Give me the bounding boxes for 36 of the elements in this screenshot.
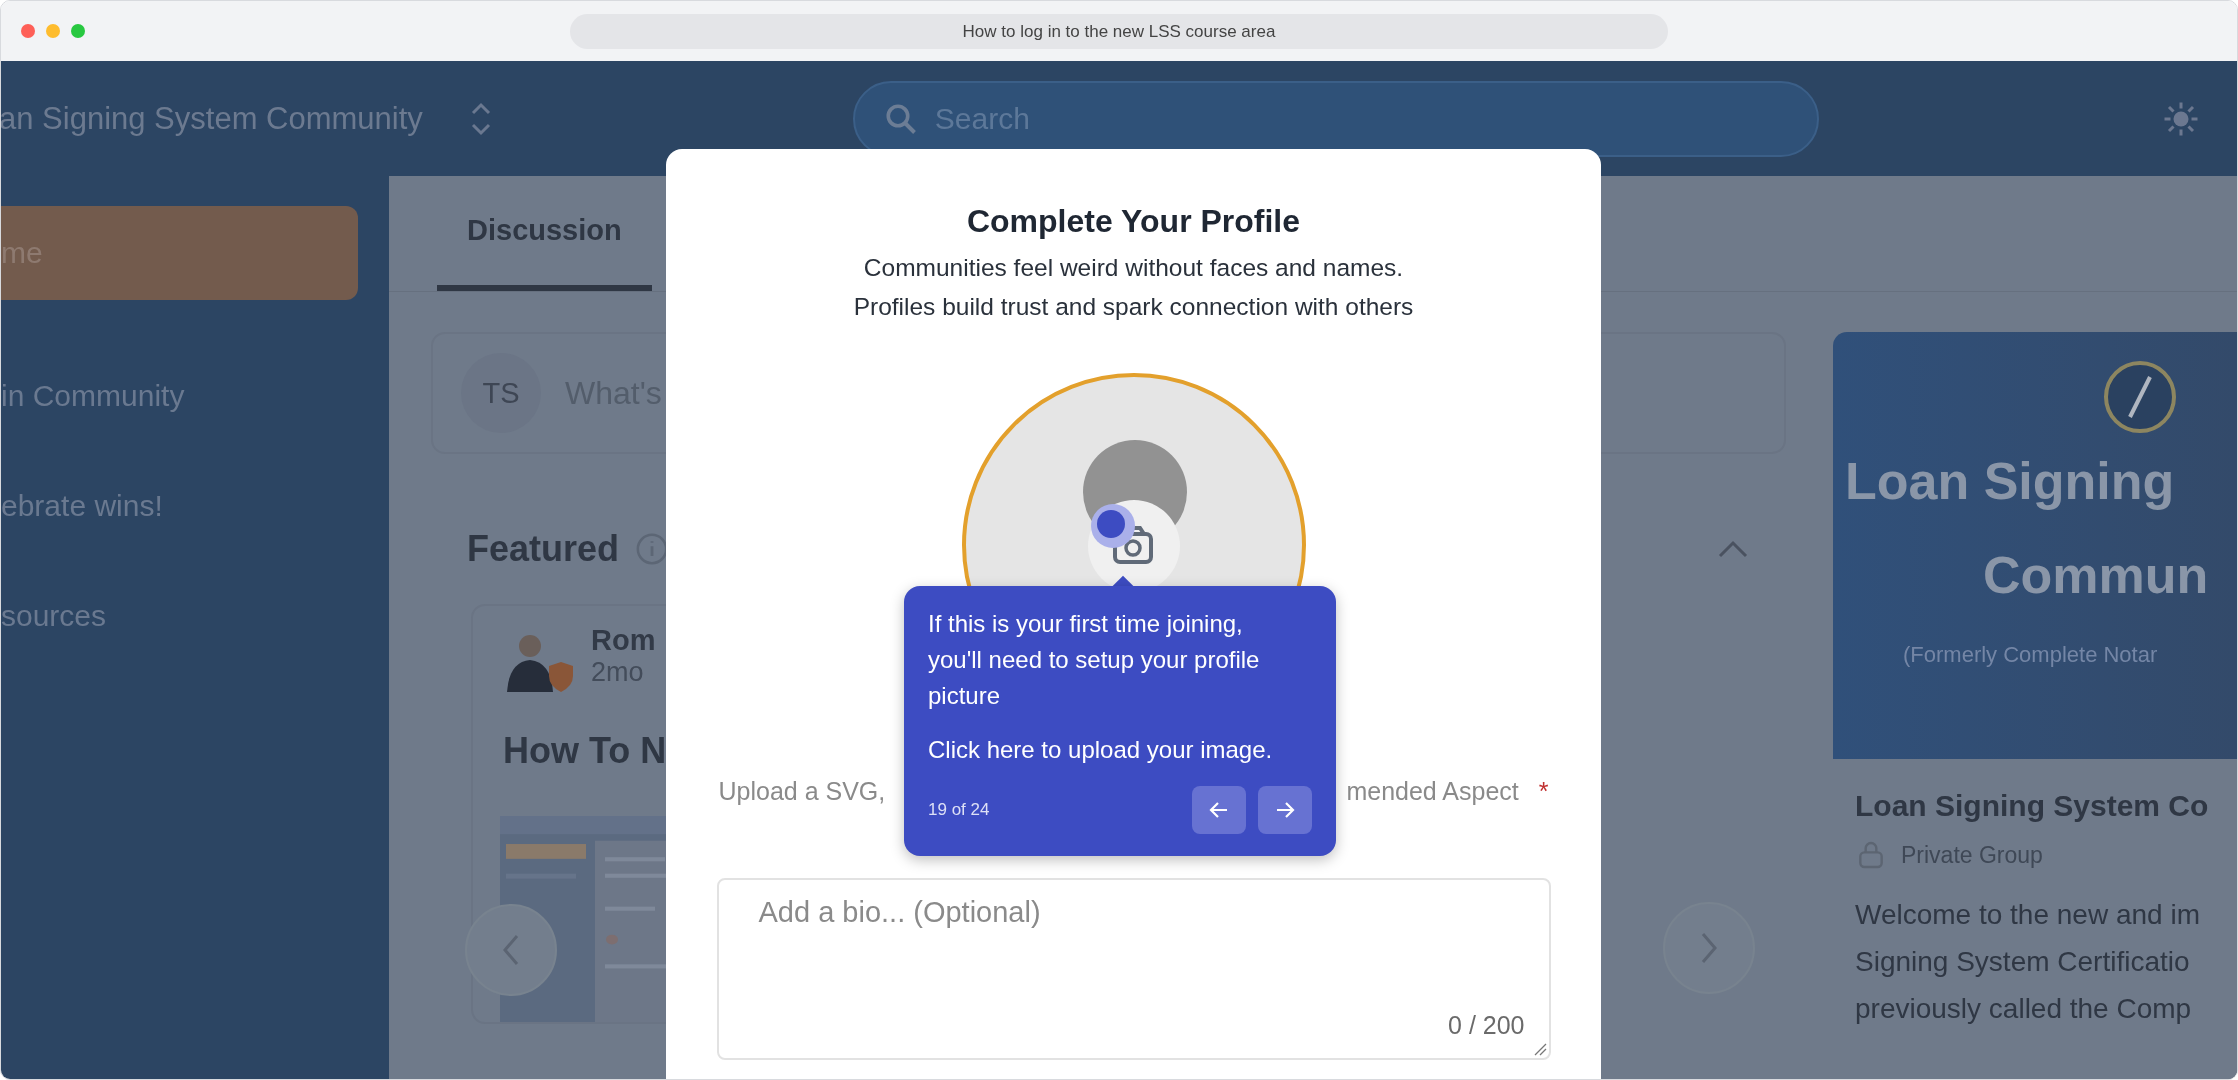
minimize-window-button[interactable]: [46, 24, 60, 38]
zoom-window-button[interactable]: [71, 24, 85, 38]
post-title: How To N: [503, 730, 667, 772]
dialog-subtitle: Profiles build trust and spark connection with others: [853, 292, 1414, 322]
group-name: Loan Signing System Co: [1855, 789, 2210, 823]
sun-icon[interactable]: [2163, 100, 2199, 137]
sidebar-item[interactable]: in Community: [1, 349, 358, 443]
community-name: an Signing System Community: [1, 100, 423, 137]
sidebar-item[interactable]: sources: [1, 569, 358, 663]
section-title: Featured: [467, 528, 620, 570]
chevron-up-icon[interactable]: [1716, 538, 1750, 560]
character-counter: 0 / 200: [1448, 1011, 1525, 1040]
resize-handle-icon[interactable]: [1532, 1042, 1547, 1056]
step-counter: 19 of 24: [928, 800, 990, 820]
close-window-button[interactable]: [21, 24, 35, 38]
previous-step-button[interactable]: [1192, 786, 1246, 834]
group-description: Signing System Certificatio: [1855, 945, 2191, 979]
dialog-title: Complete Your Profile: [966, 203, 1301, 240]
group-description: previously called the Comp: [1855, 992, 2193, 1026]
required-mark: *: [1538, 777, 1549, 806]
tooltip-text: If this is your first time joining, you'll need to setup your profile picture: [928, 609, 1261, 711]
logo-icon: [2103, 360, 2177, 434]
next-step-button[interactable]: [1258, 786, 1312, 834]
banner-title: Loan Signing: [1845, 451, 2175, 512]
tab[interactable]: Discussion: [437, 176, 652, 291]
tooltip-text: Click here to upload your image.: [928, 735, 1274, 765]
sidebar-item[interactable]: ebrate wins!: [1, 459, 358, 553]
banner-title: Commun: [1983, 545, 2209, 606]
author-name: Rom: [591, 624, 656, 657]
group-description: Welcome to the new and im: [1855, 898, 2201, 932]
dialog-subtitle: Communities feel weird without faces and names.: [863, 253, 1404, 283]
banner-subtitle: (Formerly Complete Notar: [1903, 642, 2158, 668]
upload-hint: Upload a SVG,: [718, 777, 886, 806]
hotspot-icon[interactable]: [1089, 503, 1136, 549]
upload-hint: mended Aspect: [1346, 777, 1519, 806]
address-bar[interactable]: How to log in to the new LSS course area: [570, 14, 1668, 49]
